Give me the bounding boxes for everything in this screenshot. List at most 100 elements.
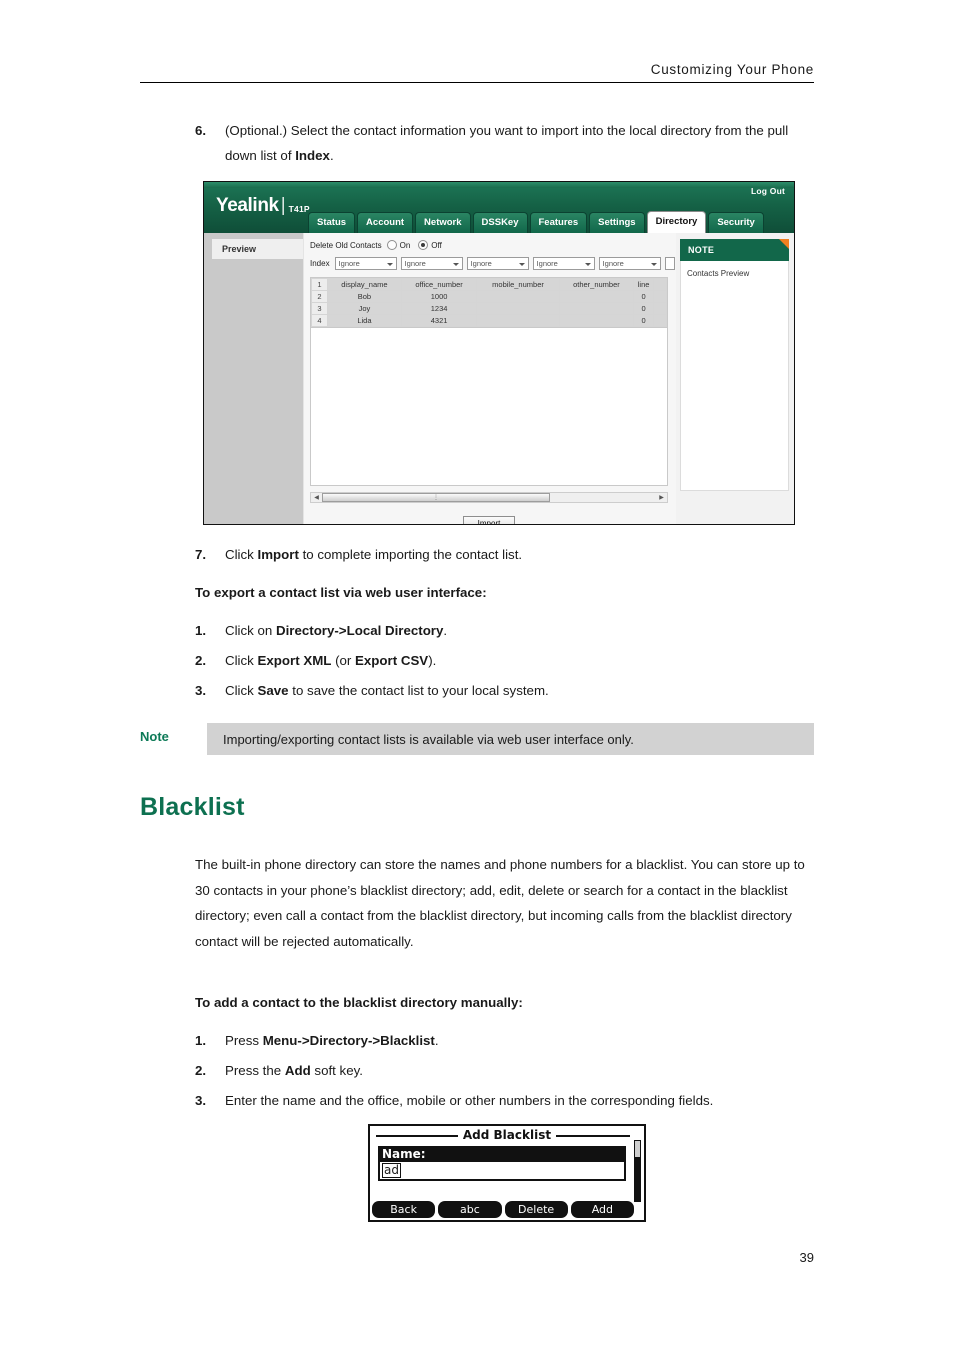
export-step-3: 3. Click Save to save the contact list t… — [195, 678, 815, 703]
table-row: 4 Lida 4321 0 — [311, 314, 667, 327]
index-select-5[interactable]: Ignore — [598, 257, 661, 270]
step-7-text-before: Click — [225, 547, 258, 562]
scrollbar-thumb[interactable]: ⋮ — [322, 493, 550, 502]
blacklist-step-2-text-before: Press the — [225, 1063, 285, 1078]
cell-overflow — [653, 302, 667, 315]
export-step-1-text-after: . — [443, 623, 448, 638]
index-select-4-value: Ignore — [536, 259, 558, 268]
softkey-add[interactable]: Add — [570, 1201, 634, 1218]
cell-mobile-number — [476, 314, 560, 327]
index-select-5-value: Ignore — [602, 259, 624, 268]
export-step-2: 2. Click Export XML (or Export CSV). — [195, 648, 815, 673]
step-7-text-after: to complete importing the contact list. — [298, 547, 523, 562]
table-row: 2 Bob 1000 0 — [311, 290, 667, 303]
tab-directory[interactable]: Directory — [646, 211, 707, 233]
radio-option-on[interactable]: On — [386, 240, 410, 250]
tab-network[interactable]: Network — [415, 212, 471, 233]
row-number: 3 — [311, 302, 328, 315]
cell-overflow — [653, 314, 667, 327]
chevron-down-icon[interactable] — [584, 263, 591, 266]
chevron-down-icon[interactable] — [518, 263, 525, 266]
step-6-text-after: . — [329, 148, 334, 163]
blacklist-step-2-bold: Add — [284, 1063, 311, 1078]
index-select-3[interactable]: Ignore — [466, 257, 529, 270]
lcd-name-input-value: ad — [382, 1163, 401, 1178]
header-divider — [140, 82, 814, 83]
chevron-down-icon[interactable] — [452, 263, 459, 266]
row-number: 1 — [311, 278, 328, 291]
column-header-mobile-number: mobile_number — [476, 278, 560, 291]
lcd-scrollbar-thumb[interactable] — [635, 1141, 640, 1157]
blacklist-paragraph: The built-in phone directory can store t… — [195, 857, 805, 949]
blacklist-step-2-body: Press the Add soft key. — [225, 1058, 815, 1083]
logout-link[interactable]: Log Out — [751, 186, 785, 196]
yealink-logo: Yealink | T41P — [216, 196, 310, 215]
index-label: Index — [310, 259, 330, 268]
tab-security[interactable]: Security — [708, 212, 764, 233]
export-step-3-text-after: to save the contact list to your local s… — [288, 683, 549, 698]
index-select-2[interactable]: Ignore — [400, 257, 463, 270]
softkey-back[interactable]: Back — [372, 1201, 436, 1218]
softkey-delete[interactable]: Delete — [504, 1201, 568, 1218]
contacts-preview-table: 1 display_name office_number mobile_numb… — [311, 278, 667, 327]
lcd-title-rule-right — [548, 1135, 630, 1137]
step-6-number: 6. — [195, 123, 207, 138]
phone-lcd-screenshot: Add Blacklist Name: ad Back abc Delete A… — [368, 1124, 646, 1222]
webui-note-panel: NOTE Contacts Preview — [676, 233, 794, 524]
index-select-1[interactable]: Ignore — [334, 257, 397, 270]
index-select-1-value: Ignore — [338, 259, 360, 268]
blacklist-step-1-bold: Menu->Directory->Blacklist — [262, 1033, 435, 1048]
export-step-2-bold-2: Export CSV — [355, 653, 429, 668]
index-select-4[interactable]: Ignore — [532, 257, 595, 270]
tab-features[interactable]: Features — [529, 212, 588, 233]
export-step-2-bold: Export XML — [257, 653, 332, 668]
softkey-abc[interactable]: abc — [438, 1201, 502, 1218]
chevron-down-icon[interactable] — [650, 263, 657, 266]
radio-off-icon[interactable] — [418, 240, 429, 250]
index-select-2-value: Ignore — [404, 259, 426, 268]
tab-account[interactable]: Account — [357, 212, 414, 233]
export-step-3-body: Click Save to save the contact list to y… — [225, 678, 815, 703]
export-step-3-bold: Save — [257, 683, 289, 698]
webui-main-panel: Delete Old Contacts On Off Index Ignore … — [304, 233, 676, 524]
index-select-group: Ignore Ignore Ignore Ignore Ignore — [334, 257, 675, 270]
export-step-1: 1. Click on Directory->Local Directory. — [195, 618, 815, 643]
lcd-scrollbar[interactable] — [634, 1140, 641, 1202]
cell-display-name: Lida — [327, 314, 402, 327]
lcd-name-field: Name: ad — [378, 1146, 626, 1181]
import-button-wrap: Import — [310, 513, 668, 524]
step-7-bold: Import — [257, 547, 299, 562]
webui-topbar: Log Out Yealink | T41P Status Account Ne… — [204, 182, 794, 233]
horizontal-scrollbar[interactable]: ◀ ⋮ ▶ — [310, 492, 668, 503]
page-title: Blacklist — [140, 793, 245, 821]
blacklist-step-2-text-after: soft key. — [310, 1063, 363, 1078]
export-step-2-text-after: ). — [428, 653, 437, 668]
lcd-name-input[interactable]: ad — [378, 1162, 626, 1181]
tab-dsskey[interactable]: DSSKey — [472, 212, 528, 233]
cell-line: 0 — [633, 314, 654, 327]
scroll-right-arrow-icon[interactable]: ▶ — [656, 493, 667, 502]
lcd-name-label: Name: — [378, 1146, 626, 1162]
lcd-title-bar: Add Blacklist — [370, 1126, 644, 1143]
tab-settings[interactable]: Settings — [589, 212, 645, 233]
chevron-down-icon[interactable] — [386, 263, 393, 266]
note-callout-label: Note — [140, 729, 169, 744]
cell-office-number: 1234 — [400, 302, 478, 315]
sidebar-item-preview[interactable]: Preview — [212, 239, 303, 259]
index-select-6-clipped[interactable] — [664, 257, 675, 270]
scroll-left-arrow-icon[interactable]: ◀ — [311, 493, 322, 502]
note-panel-header: NOTE — [680, 239, 789, 261]
cell-display-name: Joy — [327, 302, 402, 315]
step-7-number: 7. — [195, 547, 207, 562]
note-callout: Note Importing/exporting contact lists i… — [140, 723, 814, 755]
webui-body: Preview Delete Old Contacts On Off Index… — [204, 233, 794, 524]
radio-on-icon[interactable] — [386, 240, 397, 250]
blacklist-step-2: 2. Press the Add soft key. — [195, 1058, 815, 1083]
blacklist-subheading: To add a contact to the blacklist direct… — [195, 995, 523, 1010]
import-button[interactable]: Import — [462, 516, 516, 524]
tab-status[interactable]: Status — [308, 212, 356, 233]
blacklist-step-3-text-before: Enter the name and the office, mobile or… — [225, 1093, 714, 1108]
step-6: 6. (Optional.) Select the contact inform… — [195, 118, 815, 168]
page-number: 39 — [799, 1250, 814, 1265]
radio-option-off[interactable]: Off — [418, 240, 442, 250]
